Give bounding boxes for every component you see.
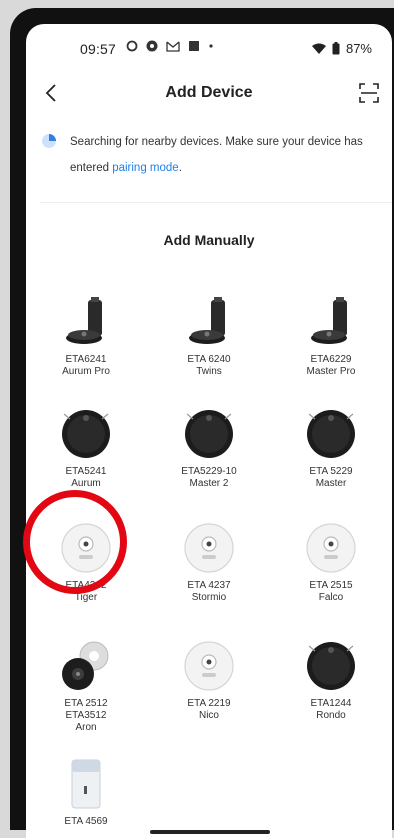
device-label: ETA 6240 Twins bbox=[154, 354, 264, 378]
status-time: 09:57 bbox=[80, 41, 117, 57]
highlight-circle bbox=[23, 490, 127, 594]
device-item[interactable]: ETA 4569 bbox=[31, 756, 141, 828]
robot-vacuum-white-icon bbox=[303, 520, 359, 576]
battery-icon bbox=[332, 42, 340, 55]
robot-vacuum-black-icon bbox=[181, 406, 237, 462]
device-label: ETA 2219 Nico bbox=[154, 698, 264, 722]
robot-vacuum-pair-icon bbox=[58, 638, 114, 694]
device-label-line2: Falco bbox=[318, 592, 344, 603]
device-item[interactable]: ETA6241 Aurum Pro bbox=[31, 294, 141, 378]
app-screen: 09:57 87% Add Device Searching for nearb… bbox=[26, 24, 392, 838]
robot-vacuum-white-icon bbox=[181, 520, 237, 576]
device-label-line1: ETA1244 bbox=[310, 698, 352, 709]
device-label: ETA 5229 Master bbox=[276, 466, 386, 490]
device-label: ETA 4569 bbox=[31, 816, 141, 828]
device-label-line1: ETA 5229 bbox=[309, 466, 353, 477]
air-purifier-icon bbox=[58, 756, 114, 812]
more-dot-icon bbox=[209, 44, 213, 48]
device-label-line2: Stormio bbox=[191, 592, 227, 603]
status-notification-icons bbox=[126, 40, 214, 52]
scan-qr-icon bbox=[359, 83, 379, 103]
device-label-line2: Master bbox=[315, 478, 347, 489]
phone-frame: 09:57 87% Add Device Searching for nearb… bbox=[10, 8, 394, 838]
device-label-line2: Twins bbox=[196, 366, 222, 377]
robot-vacuum-black-icon bbox=[303, 406, 359, 462]
loading-spinner-icon bbox=[42, 134, 56, 148]
sync-icon bbox=[126, 40, 138, 52]
robot-vacuum-black-icon bbox=[303, 638, 359, 694]
device-label-line1: ETA5229-10 bbox=[181, 466, 237, 477]
device-item[interactable]: ETA 5229 Master bbox=[276, 406, 386, 490]
device-label: ETA6241 Aurum Pro bbox=[31, 354, 141, 378]
device-label-line1: ETA 4237 bbox=[187, 580, 231, 591]
robot-vacuum-white-icon bbox=[181, 638, 237, 694]
device-label-line2: Master Pro bbox=[306, 366, 356, 377]
device-item[interactable]: ETA 2515 Falco bbox=[276, 520, 386, 604]
status-right: 87% bbox=[311, 41, 372, 56]
device-label-line2: ETA3512 bbox=[65, 710, 107, 721]
device-label-line2: Aurum Pro bbox=[62, 366, 110, 377]
pairing-mode-link[interactable]: pairing mode bbox=[112, 162, 178, 174]
divider bbox=[40, 202, 392, 203]
device-label-line3: Aron bbox=[75, 722, 97, 733]
device-item[interactable]: ETA 2219 Nico bbox=[154, 638, 264, 722]
device-label-line2: Aurum bbox=[71, 478, 101, 489]
device-label-line2: Master 2 bbox=[189, 478, 229, 489]
device-label-line1: ETA5241 bbox=[65, 466, 107, 477]
searching-suffix: . bbox=[178, 162, 182, 174]
device-label-line2: Nico bbox=[198, 710, 219, 721]
header: Add Device bbox=[26, 80, 392, 114]
page-title: Add Device bbox=[165, 84, 253, 101]
gmail-icon bbox=[166, 41, 180, 52]
square-app-icon bbox=[189, 41, 199, 51]
robot-vacuum-dock-icon bbox=[58, 294, 114, 350]
device-label: ETA6229 Master Pro bbox=[276, 354, 386, 378]
device-label-line2: Tiger bbox=[74, 592, 98, 603]
robot-vacuum-dock-icon bbox=[181, 294, 237, 350]
status-bar: 09:57 87% bbox=[26, 24, 392, 70]
device-item[interactable]: ETA 2512 ETA3512 Aron bbox=[31, 638, 141, 734]
device-label-line1: ETA 4569 bbox=[64, 816, 108, 827]
device-item[interactable]: ETA5241 Aurum bbox=[31, 406, 141, 490]
battery-percent: 87% bbox=[345, 41, 372, 56]
device-label-line1: ETA6241 bbox=[65, 354, 107, 365]
device-item[interactable]: ETA 4237 Stormio bbox=[154, 520, 264, 604]
scan-button[interactable] bbox=[358, 82, 380, 104]
device-item[interactable]: ETA 6240 Twins bbox=[154, 294, 264, 378]
robot-vacuum-black-icon bbox=[58, 406, 114, 462]
device-label-line1: ETA6229 bbox=[310, 354, 352, 365]
section-title: Add Manually bbox=[163, 232, 255, 248]
device-item[interactable]: ETA5229-10 Master 2 bbox=[154, 406, 264, 490]
device-label: ETA 2515 Falco bbox=[276, 580, 386, 604]
device-item[interactable]: ETA6229 Master Pro bbox=[276, 294, 386, 378]
device-label: ETA5241 Aurum bbox=[31, 466, 141, 490]
device-item[interactable]: ETA1244 Rondo bbox=[276, 638, 386, 722]
robot-vacuum-dock-icon bbox=[303, 294, 359, 350]
device-label-line1: ETA 2219 bbox=[187, 698, 231, 709]
searching-text: Searching for nearby devices. Make sure … bbox=[70, 129, 380, 181]
home-indicator[interactable] bbox=[150, 830, 270, 834]
wifi-icon bbox=[311, 43, 326, 54]
brand-app-icon bbox=[146, 40, 158, 52]
device-label: ETA 2512 ETA3512 Aron bbox=[31, 698, 141, 734]
device-label: ETA5229-10 Master 2 bbox=[154, 466, 264, 490]
device-label: ETA 4237 Stormio bbox=[154, 580, 264, 604]
device-label-line1: ETA 6240 bbox=[187, 354, 231, 365]
device-label-line2: Rondo bbox=[316, 710, 346, 721]
device-label: ETA1244 Rondo bbox=[276, 698, 386, 722]
device-label-line1: ETA 2515 bbox=[309, 580, 353, 591]
device-label-line1: ETA 2512 bbox=[64, 698, 108, 709]
searching-notice: Searching for nearby devices. Make sure … bbox=[40, 129, 380, 181]
